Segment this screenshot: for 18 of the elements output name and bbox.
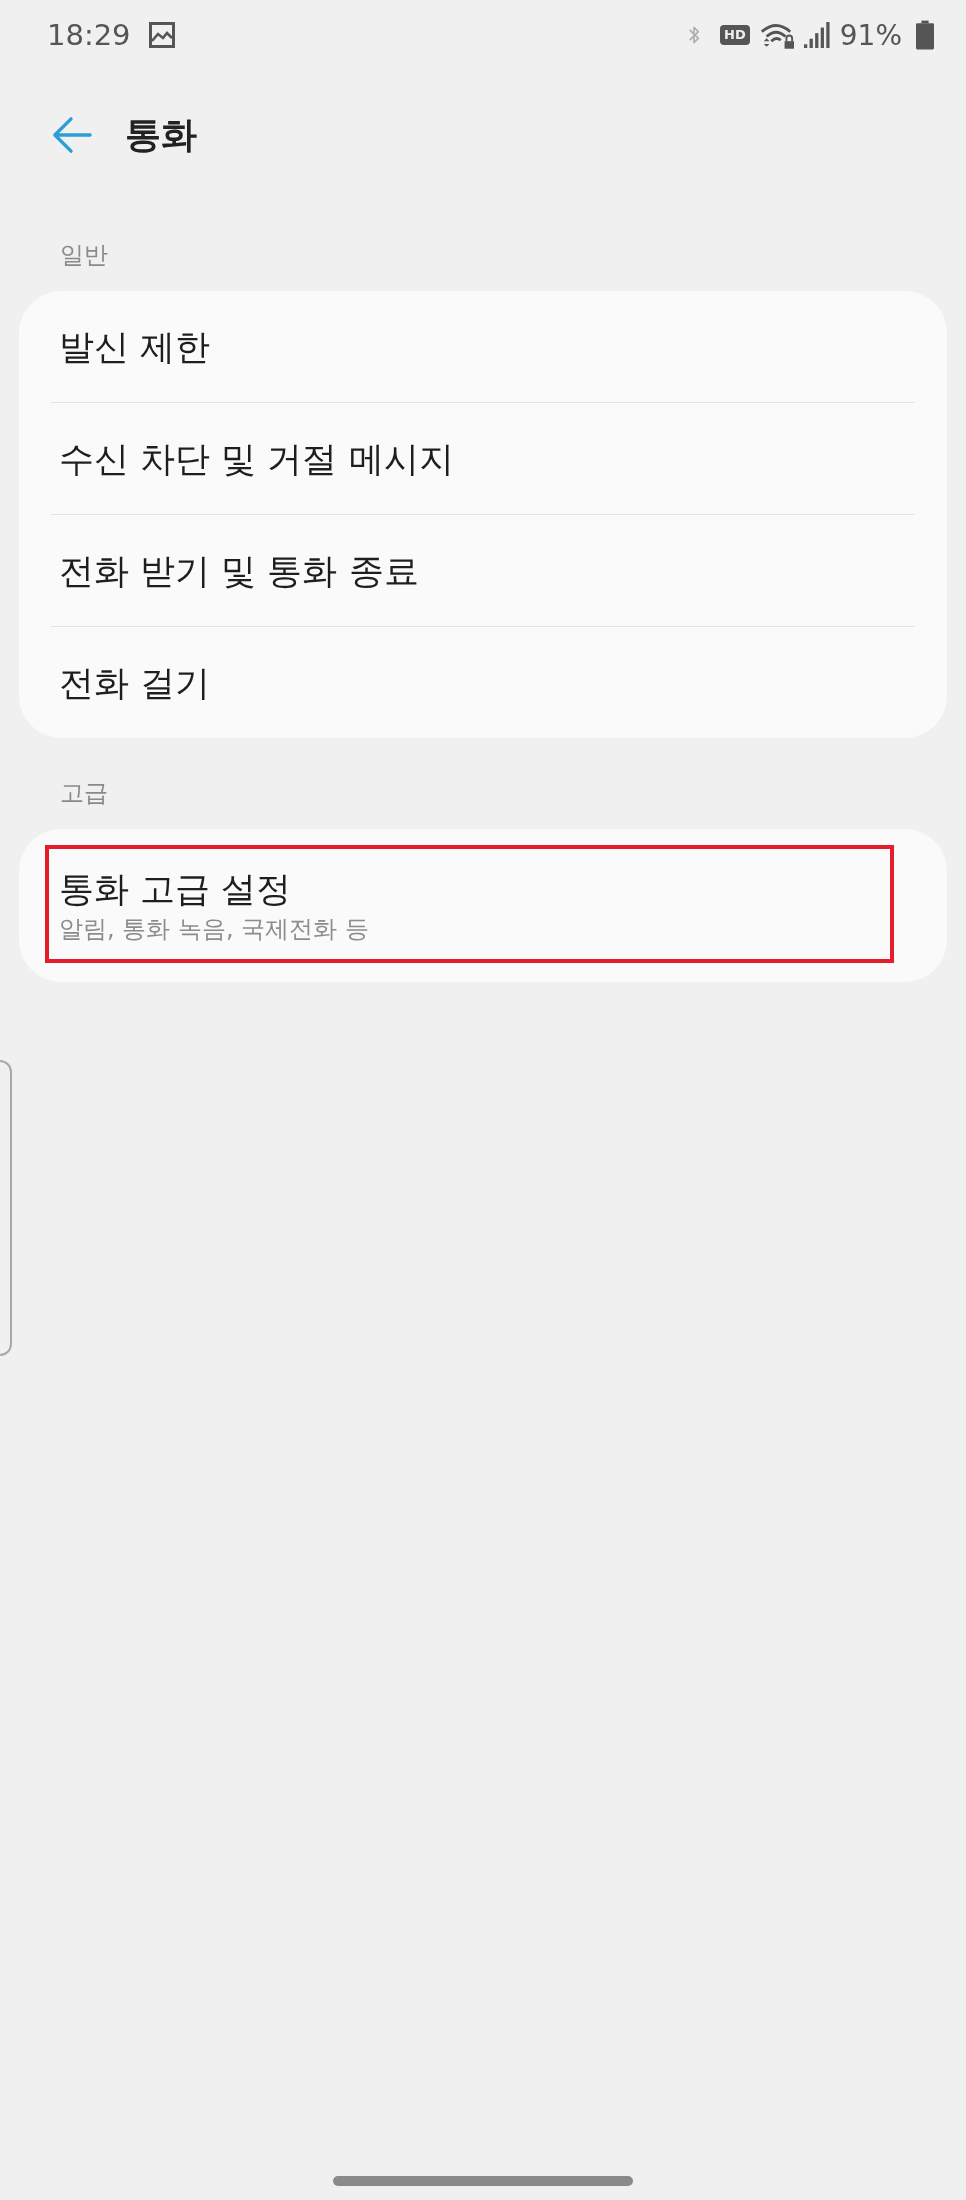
- image-icon: [148, 22, 175, 48]
- hd-badge: HD: [720, 25, 750, 45]
- settings-item[interactable]: 발신 제한: [51, 291, 915, 402]
- back-arrow-icon[interactable]: [52, 115, 92, 155]
- battery-percent: 91%: [839, 18, 902, 52]
- settings-item[interactable]: 통화 고급 설정 알림, 통화 녹음, 국제전화 등: [51, 829, 915, 982]
- settings-item[interactable]: 수신 차단 및 거절 메시지: [51, 403, 915, 514]
- page-title: 통화: [125, 112, 197, 157]
- bluetooth-icon: [688, 24, 701, 46]
- wifi-lock-icon: [759, 21, 794, 49]
- status-time: 18:29: [47, 18, 131, 52]
- settings-item[interactable]: 전화 걸기: [51, 627, 915, 738]
- edge-panel-handle[interactable]: [0, 1060, 12, 1356]
- settings-item[interactable]: 전화 받기 및 통화 종료: [51, 515, 915, 626]
- section-heading: 일반: [60, 240, 108, 271]
- battery-icon: [916, 20, 934, 50]
- section-heading: 고급: [60, 778, 108, 809]
- signal-icon: [803, 22, 830, 48]
